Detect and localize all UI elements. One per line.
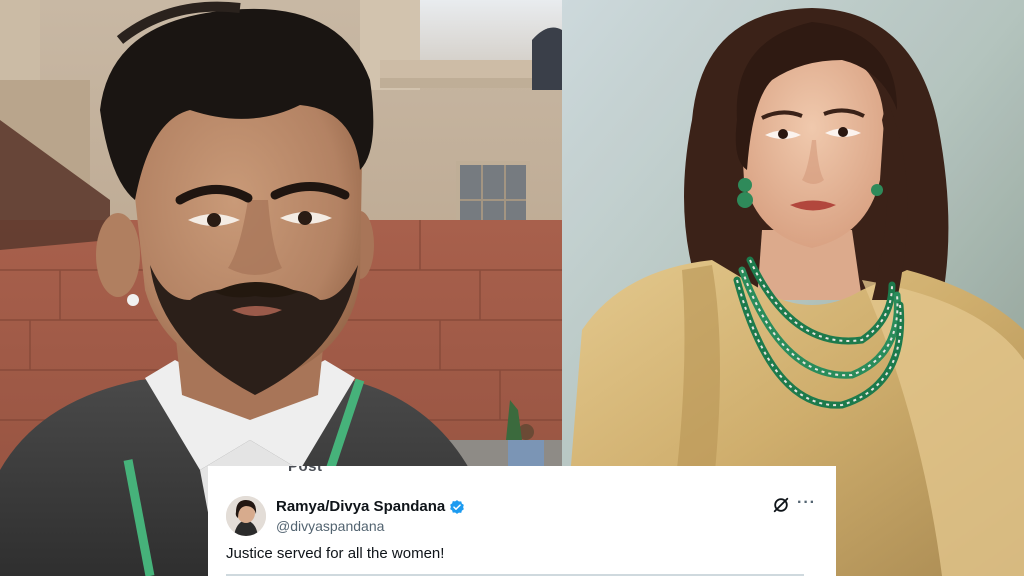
tweet-text: Justice served for all the women! [226,545,445,562]
tweet-card: Post Ramya/Divya Spandana @divyaspandana… [208,466,836,576]
grok-icon[interactable] [772,496,790,514]
verified-check-icon [450,499,465,514]
display-name-row: Ramya/Divya Spandana [276,498,465,515]
post-header-fragment: Post [288,466,323,475]
avatar[interactable] [226,496,266,536]
user-block: Ramya/Divya Spandana @divyaspandana [276,498,465,534]
display-name[interactable]: Ramya/Divya Spandana [276,498,445,515]
more-horizontal-icon[interactable]: ··· [797,494,816,512]
user-handle[interactable]: @divyaspandana [276,518,465,534]
avatar-image [226,496,266,536]
